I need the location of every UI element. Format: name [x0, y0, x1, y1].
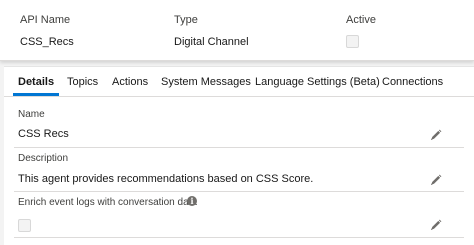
tab-topics[interactable]: Topics	[67, 76, 98, 88]
edit-description-pencil-icon[interactable]	[430, 174, 442, 186]
edit-enrich-logs-pencil-icon[interactable]	[430, 219, 442, 231]
tab-actions[interactable]: Actions	[112, 76, 148, 88]
edit-name-pencil-icon[interactable]	[430, 129, 442, 141]
api-name-label: API Name	[20, 14, 71, 26]
tab-language-settings[interactable]: Language Settings (Beta)	[255, 76, 380, 88]
active-label: Active	[346, 14, 376, 26]
name-field-value: CSS Recs	[18, 128, 69, 140]
api-name-value: CSS_Recs	[20, 36, 74, 48]
active-tab-indicator	[13, 93, 59, 96]
type-label: Type	[174, 14, 198, 26]
tab-connections[interactable]: Connections	[382, 76, 443, 88]
enrich-logs-checkbox	[18, 219, 31, 232]
agent-summary-header: API Name CSS_Recs Type Digital Channel A…	[0, 0, 474, 61]
enrich-logs-field-divider	[14, 237, 464, 238]
tab-system-messages[interactable]: System Messages	[161, 76, 251, 88]
active-checkbox	[346, 35, 359, 48]
description-field-divider	[14, 191, 464, 192]
description-field-value: This agent provides recommendations base…	[18, 173, 314, 185]
details-panel: Details Topics Actions System Messages L…	[4, 66, 474, 245]
description-field-label: Description	[18, 153, 69, 164]
info-icon[interactable]: i	[187, 196, 197, 206]
enrich-logs-field-label: Enrich event logs with conversation data	[18, 197, 197, 208]
tab-bar: Details Topics Actions System Messages L…	[4, 67, 474, 97]
agent-details-page: API Name CSS_Recs Type Digital Channel A…	[0, 0, 474, 245]
tab-details[interactable]: Details	[18, 76, 54, 88]
name-field-divider	[14, 147, 464, 148]
type-value: Digital Channel	[174, 36, 249, 48]
name-field-label: Name	[18, 109, 45, 120]
